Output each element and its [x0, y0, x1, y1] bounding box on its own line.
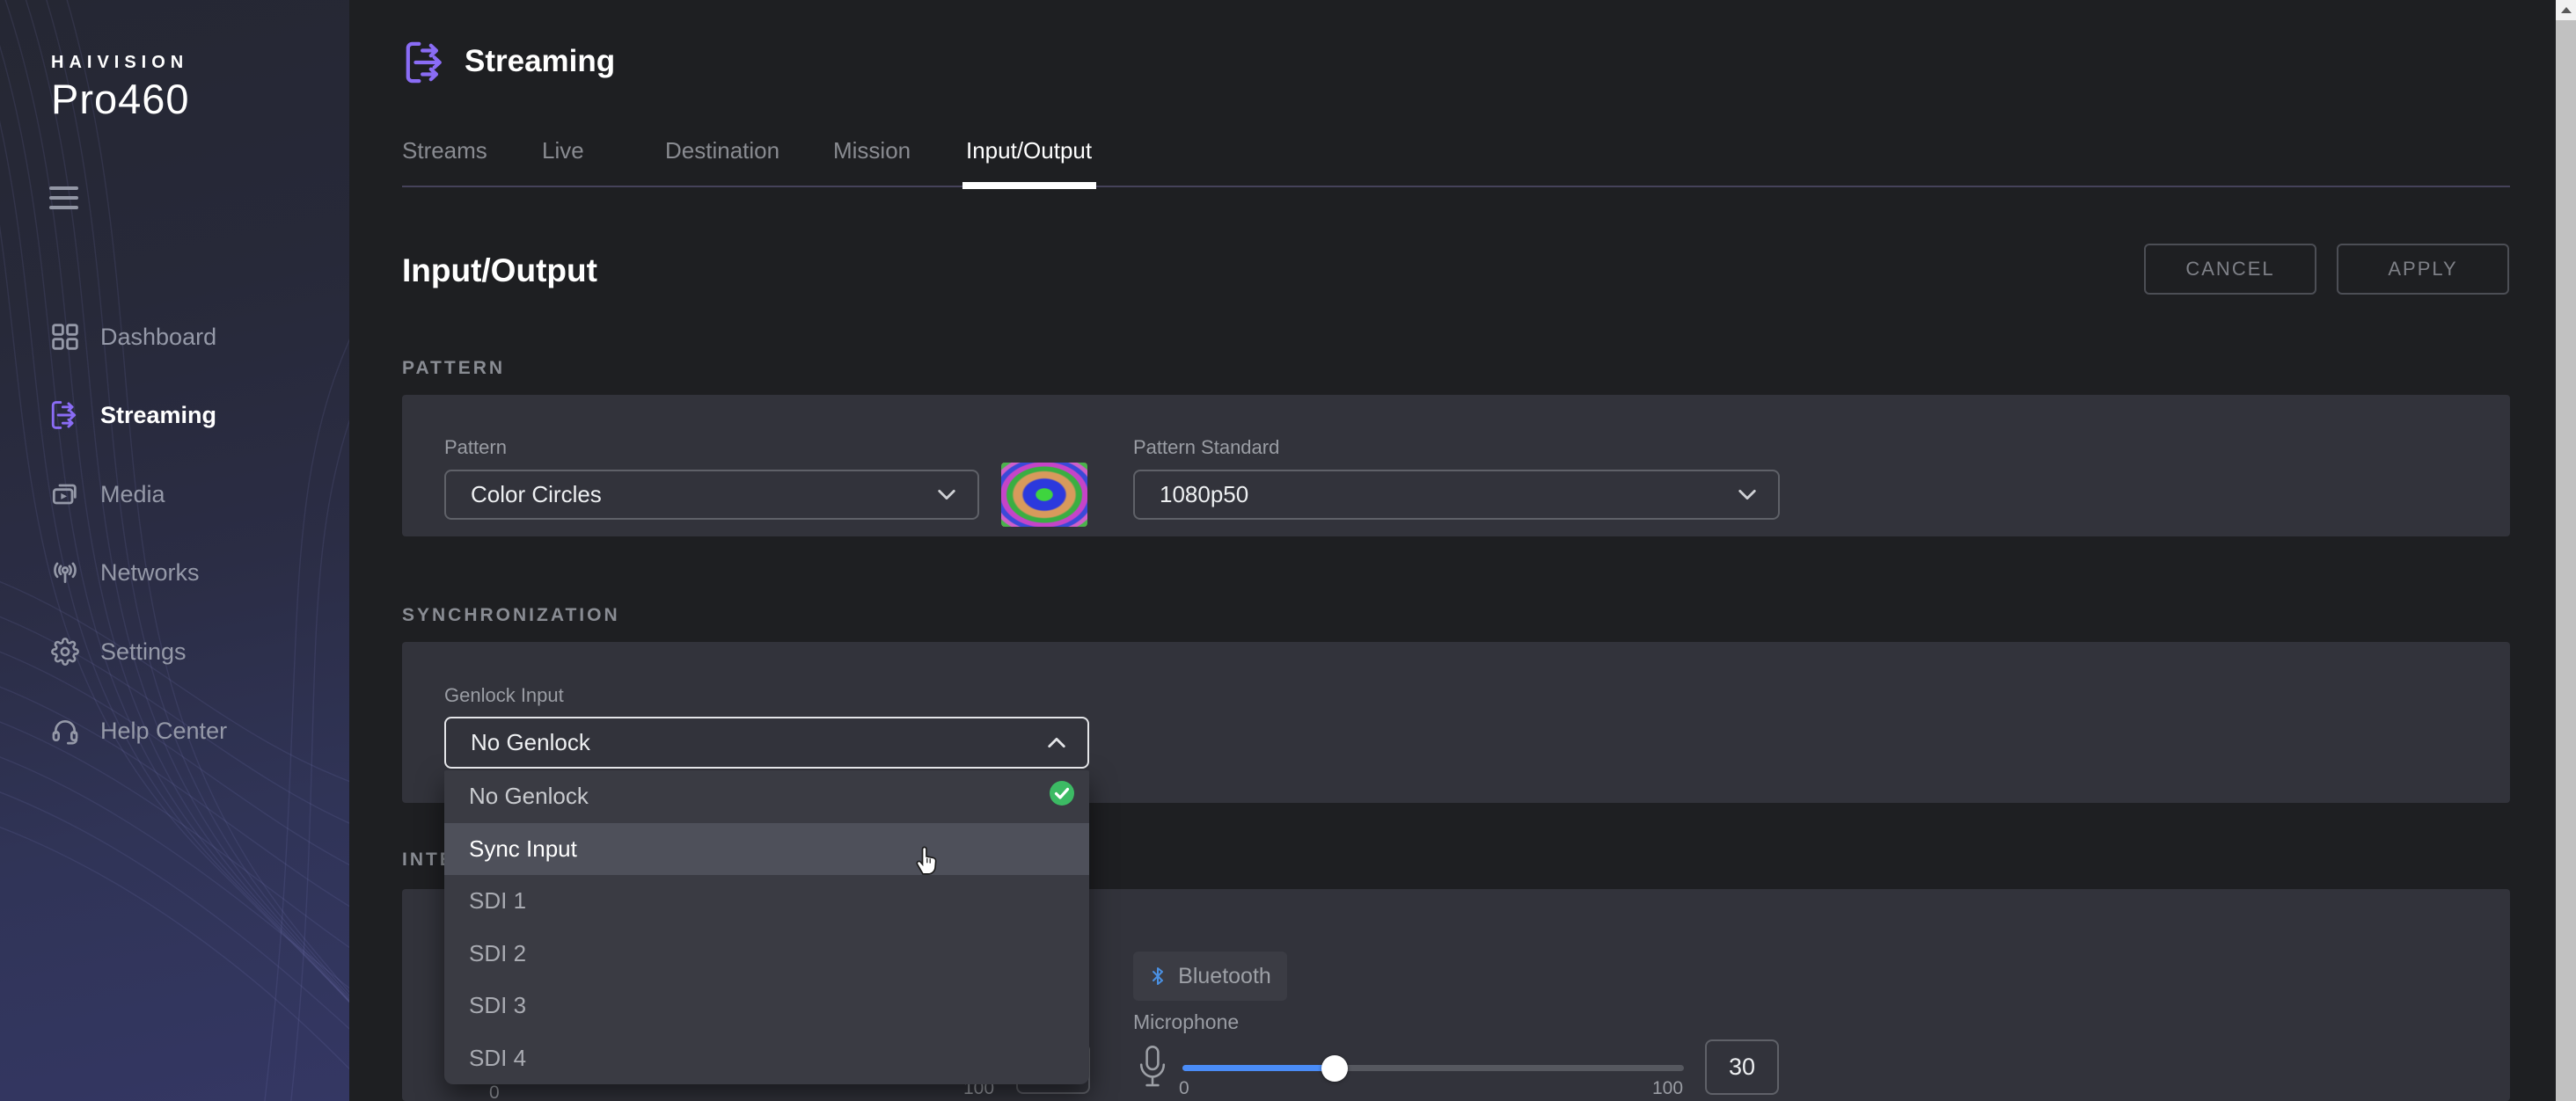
dropdown-option-label: SDI 4: [469, 1045, 526, 1072]
sidebar-item-label: Dashboard: [100, 324, 216, 351]
dropdown-option-label: Sync Input: [469, 835, 577, 863]
genlock-select[interactable]: No Genlock: [444, 717, 1089, 769]
page-section-title: Streaming: [465, 44, 615, 79]
tab-live[interactable]: Live: [542, 137, 584, 169]
dropdown-option-sdi-1[interactable]: SDI 1: [444, 875, 1089, 928]
dashboard-grid-icon: [49, 321, 81, 353]
sidebar-item-streaming[interactable]: Streaming: [0, 389, 349, 441]
microphone-icon: [1138, 1045, 1167, 1100]
tab-destination[interactable]: Destination: [665, 137, 779, 169]
microphone-slider-thumb[interactable]: [1321, 1055, 1348, 1082]
pattern-standard-select-value: 1080p50: [1160, 481, 1248, 508]
microphone-value-box[interactable]: 30: [1705, 1039, 1779, 1095]
synchronization-section-heading: SYNCHRONIZATION: [402, 605, 620, 626]
genlock-dropdown-list: No Genlock Sync Input SDI 1 SDI 2 SDI 3 …: [444, 770, 1089, 1084]
chevron-down-icon: [1738, 489, 1757, 500]
dropdown-option-sdi-3[interactable]: SDI 3: [444, 980, 1089, 1032]
genlock-field-label: Genlock Input: [444, 684, 564, 707]
pattern-field-label: Pattern: [444, 436, 507, 459]
brand-logo: HAIVISION Pro460: [51, 53, 190, 123]
app-root: HAIVISION Pro460 Dashboard: [0, 0, 2576, 1101]
slider-max-label: 100: [1652, 1078, 1683, 1099]
sidebar-item-label: Media: [100, 481, 165, 508]
scrollbar-up-button[interactable]: [2556, 0, 2576, 20]
dropdown-option-label: SDI 1: [469, 887, 526, 915]
apply-button[interactable]: APPLY: [2337, 244, 2509, 295]
pattern-select-value: Color Circles: [471, 481, 602, 508]
dropdown-option-sdi-2[interactable]: SDI 2: [444, 928, 1089, 981]
microphone-slider-track[interactable]: [1182, 1065, 1684, 1071]
bluetooth-icon: [1149, 965, 1167, 988]
dropdown-option-label: No Genlock: [469, 783, 589, 810]
dropdown-option-sdi-4[interactable]: SDI 4: [444, 1032, 1089, 1085]
dropdown-option-label: SDI 3: [469, 992, 526, 1019]
pattern-standard-select[interactable]: 1080p50: [1133, 470, 1780, 520]
scrollbar: [2556, 0, 2576, 1101]
sidebar-item-settings[interactable]: Settings: [0, 625, 349, 678]
streaming-header-icon: [403, 40, 449, 89]
pattern-standard-field-label: Pattern Standard: [1133, 436, 1279, 459]
brand-name: HAIVISION: [51, 53, 190, 73]
media-icon: [49, 478, 81, 510]
dropdown-option-label: SDI 2: [469, 940, 526, 967]
dropdown-option-sync-input[interactable]: Sync Input: [444, 823, 1089, 876]
streaming-icon: [49, 399, 81, 431]
bluetooth-button[interactable]: Bluetooth: [1133, 952, 1287, 1001]
color-circles-preview: [1001, 463, 1087, 527]
page-title: Input/Output: [402, 252, 597, 289]
sidebar-item-help-center[interactable]: Help Center: [0, 704, 349, 757]
sidebar-item-label: Networks: [100, 559, 200, 587]
pattern-section-heading: PATTERN: [402, 358, 505, 379]
hamburger-menu-icon[interactable]: [49, 186, 78, 215]
microphone-value: 30: [1729, 1054, 1755, 1081]
sidebar-item-label: Help Center: [100, 718, 227, 745]
brand-model: Pro460: [51, 75, 190, 123]
chevron-up-icon: [1047, 737, 1066, 748]
sidebar-item-networks[interactable]: Networks: [0, 546, 349, 599]
active-tab-underline: [962, 182, 1096, 189]
selected-check-icon: [1049, 780, 1075, 813]
scrollbar-up-arrow-icon: [2561, 7, 2572, 13]
chevron-down-icon: [937, 489, 956, 500]
tabs-divider: [402, 186, 2510, 187]
sidebar-item-label: Streaming: [100, 402, 216, 429]
sidebar-item-dashboard[interactable]: Dashboard: [0, 310, 349, 363]
help-center-icon: [49, 715, 81, 747]
cancel-button[interactable]: CANCEL: [2144, 244, 2316, 295]
slider-min-label: 0: [1179, 1078, 1189, 1099]
scrollbar-thumb[interactable]: [2556, 20, 2576, 1101]
genlock-select-value: No Genlock: [471, 729, 590, 756]
tab-mission[interactable]: Mission: [833, 137, 911, 169]
tab-input-output[interactable]: Input/Output: [966, 137, 1092, 169]
settings-gear-icon: [49, 636, 81, 667]
networks-icon: [49, 557, 81, 588]
bluetooth-button-label: Bluetooth: [1178, 964, 1271, 989]
dropdown-option-no-genlock[interactable]: No Genlock: [444, 770, 1089, 823]
sidebar-item-media[interactable]: Media: [0, 468, 349, 521]
covered-slider-min-label: 0: [489, 1083, 500, 1101]
pattern-select[interactable]: Color Circles: [444, 470, 979, 520]
tab-streams[interactable]: Streams: [402, 137, 487, 169]
microphone-label: Microphone: [1133, 1010, 1239, 1034]
sidebar-item-label: Settings: [100, 638, 187, 666]
microphone-slider-fill: [1182, 1065, 1335, 1071]
sidebar: HAIVISION Pro460 Dashboard: [0, 0, 349, 1101]
